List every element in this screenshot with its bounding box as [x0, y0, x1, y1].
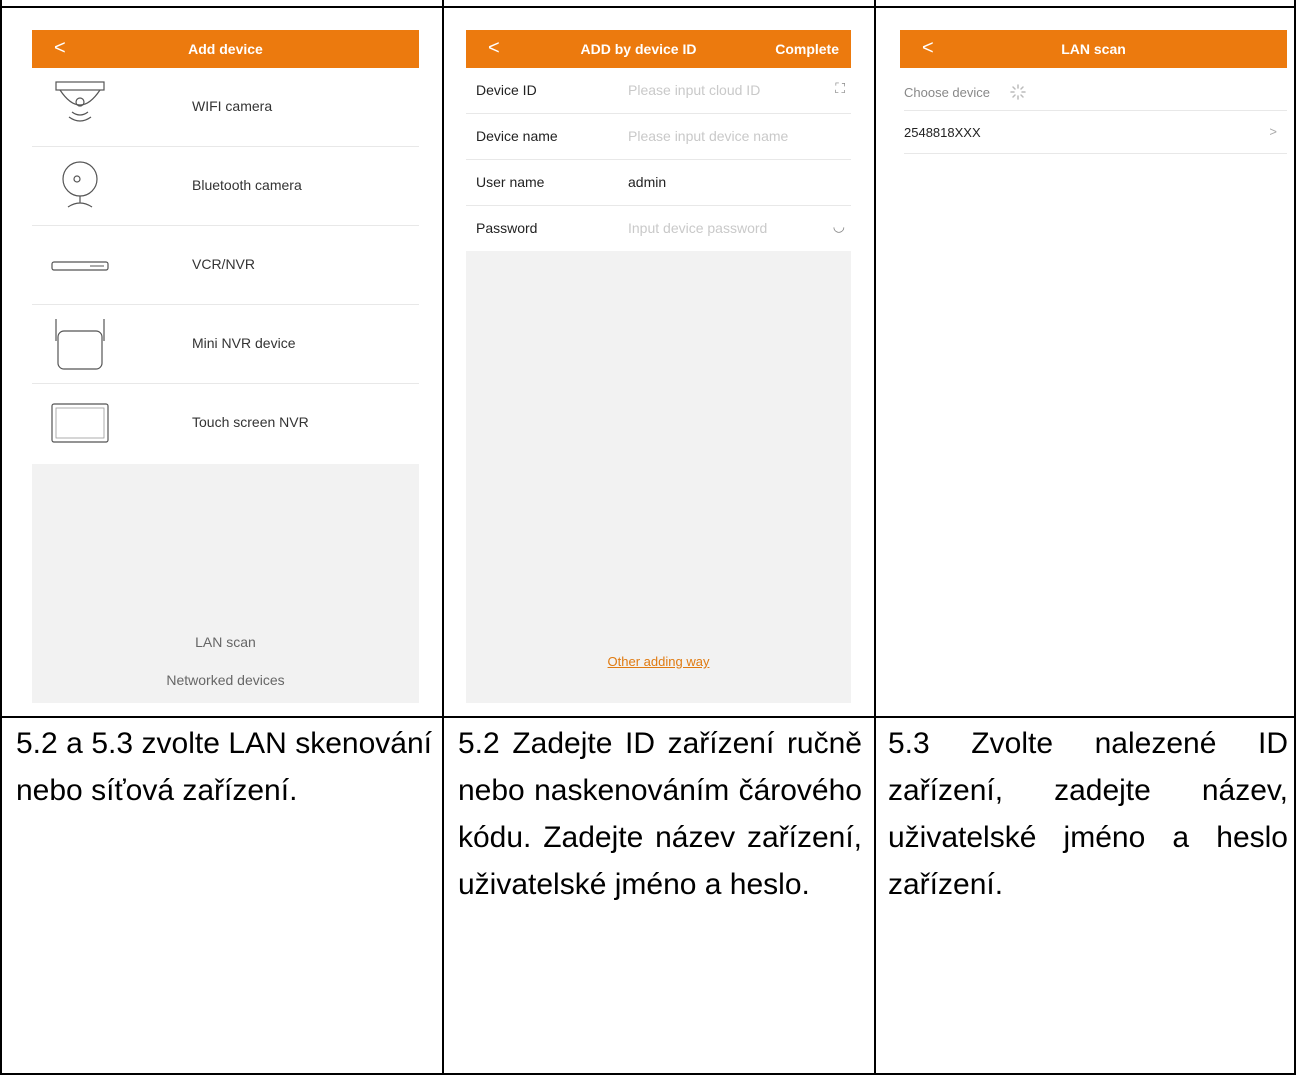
list-item-found-device[interactable]: 2548818XXX > — [904, 111, 1287, 154]
table-border-left — [0, 0, 2, 1075]
list-item-bluetooth-camera[interactable]: Bluetooth camera — [32, 147, 419, 226]
table-top-rule — [0, 6, 1296, 8]
list-item-touch-screen-nvr[interactable]: Touch screen NVR — [32, 384, 419, 462]
field-label: Device name — [476, 128, 558, 144]
device-id-input[interactable]: Please input cloud ID — [628, 82, 760, 98]
footer-area: Other adding way — [466, 251, 851, 703]
wifi-camera-icon — [55, 81, 105, 122]
table-divider-2 — [874, 0, 876, 1075]
networked-devices-link[interactable]: Networked devices — [32, 672, 419, 688]
table-divider-1 — [442, 0, 444, 1075]
device-label: WIFI camera — [192, 98, 273, 114]
nvr-recorder-icon — [51, 261, 109, 271]
choose-device-header: Choose device — [904, 68, 1287, 111]
scan-icon[interactable]: ⛶ — [835, 80, 845, 97]
table-middle-rule — [0, 716, 1296, 718]
mini-nvr-icon — [55, 319, 105, 370]
navbar: < ADD by device ID Complete — [466, 30, 851, 68]
device-label: VCR/NVR — [192, 256, 256, 272]
list-item-mini-nvr[interactable]: Mini NVR device — [32, 305, 419, 384]
page-title: LAN scan — [1061, 41, 1126, 57]
list-item-wifi-camera[interactable]: WIFI camera — [32, 68, 419, 147]
device-id-row: Device ID Please input cloud ID ⛶ — [466, 68, 851, 114]
touch-screen-nvr-icon — [51, 403, 109, 443]
page-title: ADD by device ID — [580, 41, 697, 57]
navbar: < Add device — [32, 30, 419, 68]
device-label: Mini NVR device — [192, 335, 296, 351]
password-input[interactable]: Input device password — [628, 220, 767, 236]
caption-col3: 5.3 Zvolte nalezené ID zařízení, zadejte… — [888, 727, 1288, 901]
caption-col1: 5.2 a 5.3 zvolte LAN skenování nebo síťo… — [16, 727, 432, 807]
table: < Add device WIFI camera Bluetooth camer… — [0, 0, 1296, 1075]
caption-col2: 5.2 Zadejte ID zařízení ručně nebo naske… — [458, 727, 862, 901]
field-label: User name — [476, 174, 545, 190]
eye-closed-icon[interactable]: ◡ — [833, 218, 845, 235]
device-label: Touch screen NVR — [192, 414, 309, 430]
device-name-input[interactable]: Please input device name — [628, 128, 788, 144]
bluetooth-camera-icon — [62, 161, 98, 208]
user-name-row: User name admin — [466, 160, 851, 206]
lan-scan-link[interactable]: LAN scan — [32, 634, 419, 650]
screen-add-device: < Add device WIFI camera Bluetooth camer… — [32, 30, 419, 703]
page-title: Add device — [188, 41, 263, 57]
user-name-input[interactable]: admin — [628, 174, 666, 190]
password-row: Password Input device password ◡ — [466, 206, 851, 251]
choose-device-label: Choose device — [904, 85, 990, 100]
device-id-label: 2548818XXX — [904, 125, 981, 140]
field-label: Password — [476, 220, 538, 236]
device-name-row: Device name Please input device name — [466, 114, 851, 160]
loading-spinner-icon — [1010, 84, 1026, 100]
list-item-vcr-nvr[interactable]: VCR/NVR — [32, 226, 419, 305]
chevron-right-icon: > — [1269, 124, 1277, 139]
screen-lan-scan: < LAN scan Choose device 2548818XXX > — [900, 30, 1287, 703]
navbar: < LAN scan — [900, 30, 1287, 68]
field-label: Device ID — [476, 82, 537, 98]
other-adding-way-link[interactable]: Other adding way — [466, 654, 851, 669]
screen-add-by-id: < ADD by device ID Complete Device ID Pl… — [466, 30, 851, 703]
device-label: Bluetooth camera — [192, 177, 302, 193]
footer-area: LAN scan Networked devices — [32, 464, 419, 703]
complete-button[interactable]: Complete — [775, 41, 839, 57]
